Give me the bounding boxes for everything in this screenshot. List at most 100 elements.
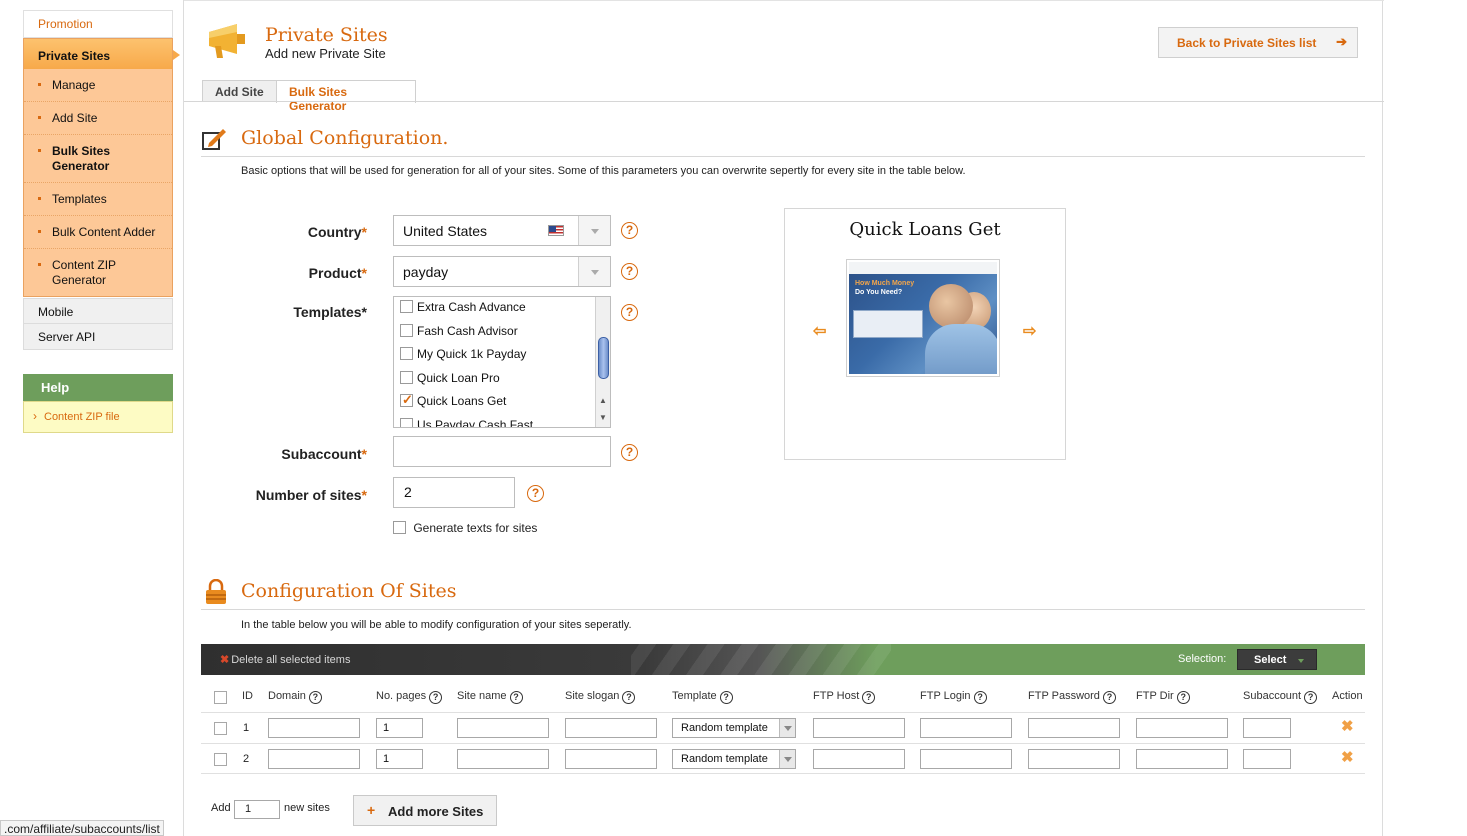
template-select[interactable]: Random template xyxy=(672,749,796,769)
sidebar-item-private-sites[interactable]: Private Sites xyxy=(24,39,180,69)
col-site-name: Site name? xyxy=(457,690,523,704)
scroll-up-icon[interactable]: ▲ xyxy=(599,396,607,405)
sidebar-item-manage[interactable]: Manage xyxy=(24,69,172,102)
template-checkbox[interactable] xyxy=(400,371,413,384)
table-toolbar: ✖ Delete all selected items Selection: Se… xyxy=(201,644,1365,675)
main-panel: Private Sites Add new Private Site Back … xyxy=(183,0,1384,836)
col-ftp-password: FTP Password? xyxy=(1028,690,1116,704)
megaphone-icon xyxy=(209,24,245,58)
help-icon[interactable]: ? xyxy=(429,691,443,704)
country-select[interactable]: United States xyxy=(393,215,611,246)
row-checkbox[interactable] xyxy=(214,722,227,735)
template-option[interactable]: Us Payday Cash Fast xyxy=(400,418,533,427)
template-preview: Quick Loans Get ⇦ How Much Money Do You … xyxy=(784,208,1066,460)
select-all-checkbox[interactable] xyxy=(214,691,227,704)
ftp-dir-input[interactable] xyxy=(1136,749,1228,769)
help-icon[interactable]: ? xyxy=(308,691,322,704)
template-checkbox[interactable] xyxy=(400,347,413,360)
scroll-down-icon[interactable]: ▼ xyxy=(599,413,607,422)
template-checkbox[interactable] xyxy=(400,418,413,427)
arrow-right-icon[interactable]: ⇨ xyxy=(1023,321,1036,341)
subaccount-cell-input[interactable] xyxy=(1243,718,1291,738)
help-icon[interactable]: ? xyxy=(1304,691,1318,704)
sidebar-item-mobile[interactable]: Mobile xyxy=(23,298,173,324)
ftp-password-input[interactable] xyxy=(1028,749,1120,769)
sidebar-item-bulk-sites-generator[interactable]: Bulk Sites Generator xyxy=(24,135,172,183)
pages-input[interactable]: 1 xyxy=(376,749,423,769)
help-icon[interactable]: ? xyxy=(1102,691,1116,704)
pages-input[interactable]: 1 xyxy=(376,718,423,738)
template-option[interactable]: My Quick 1k Payday xyxy=(400,347,526,367)
sidebar-item-templates[interactable]: Templates xyxy=(24,183,172,216)
delete-all-selected-button[interactable]: ✖ Delete all selected items xyxy=(220,653,350,666)
domain-input[interactable] xyxy=(268,749,360,769)
product-help-icon[interactable]: ? xyxy=(621,263,638,280)
col-site-slogan: Site slogan? xyxy=(565,690,636,704)
templates-scrollbar[interactable]: ▲ ▼ xyxy=(595,297,610,427)
sidebar-item-add-site[interactable]: Add Site xyxy=(24,102,172,135)
generate-texts-option[interactable]: Generate texts for sites xyxy=(393,521,537,535)
chevron-down-icon xyxy=(578,257,610,286)
arrow-left-icon[interactable]: ⇦ xyxy=(813,321,826,341)
subaccount-input[interactable] xyxy=(393,436,611,467)
product-select[interactable]: payday xyxy=(393,256,611,287)
tab-bulk-sites-generator[interactable]: Bulk Sites Generator xyxy=(276,80,416,113)
subaccount-cell-input[interactable] xyxy=(1243,749,1291,769)
tab-add-site[interactable]: Add Site xyxy=(202,80,280,102)
template-option[interactable]: Extra Cash Advance xyxy=(400,300,526,320)
template-select[interactable]: Random template xyxy=(672,718,796,738)
country-help-icon[interactable]: ? xyxy=(621,222,638,239)
ftp-login-input[interactable] xyxy=(920,718,1012,738)
add-more-sites-button[interactable]: + Add more Sites xyxy=(353,795,497,826)
page-title: Private Sites xyxy=(265,24,388,46)
col-id: ID xyxy=(242,690,253,702)
help-icon[interactable]: ? xyxy=(719,691,733,704)
back-to-list-button[interactable]: Back to Private Sites list ➔ xyxy=(1158,27,1358,58)
templates-help-icon[interactable]: ? xyxy=(621,304,638,321)
help-icon[interactable]: ? xyxy=(1176,691,1190,704)
sidebar-item-server-api[interactable]: Server API xyxy=(23,324,173,350)
template-thumbnail[interactable]: How Much Money Do You Need? xyxy=(846,259,1000,377)
delete-row-icon[interactable]: ✖ xyxy=(1341,717,1354,735)
help-icon[interactable]: ? xyxy=(862,691,876,704)
ftp-host-input[interactable] xyxy=(813,749,905,769)
number-of-sites-help-icon[interactable]: ? xyxy=(527,485,544,502)
sidebar-item-promotion[interactable]: Promotion xyxy=(23,10,173,38)
site-slogan-input[interactable] xyxy=(565,718,657,738)
help-icon[interactable]: ? xyxy=(622,691,636,704)
delete-row-icon[interactable]: ✖ xyxy=(1341,748,1354,766)
selection-dropdown[interactable]: Select xyxy=(1237,649,1317,670)
template-option[interactable]: Fash Cash Advisor xyxy=(400,324,518,344)
product-label: Product* xyxy=(308,265,367,281)
ftp-dir-input[interactable] xyxy=(1136,718,1228,738)
status-bar-url: .com/affiliate/subaccounts/list xyxy=(0,820,164,836)
preview-title: Quick Loans Get xyxy=(849,219,1001,240)
selection-label: Selection: xyxy=(1178,653,1227,665)
help-icon[interactable]: ? xyxy=(973,691,987,704)
template-checkbox[interactable] xyxy=(400,300,413,313)
domain-input[interactable] xyxy=(268,718,360,738)
generate-texts-checkbox[interactable] xyxy=(393,521,406,534)
subaccount-help-icon[interactable]: ? xyxy=(621,444,638,461)
lock-icon xyxy=(206,579,226,604)
add-count-input[interactable]: 1 xyxy=(234,800,280,819)
site-slogan-input[interactable] xyxy=(565,749,657,769)
sidebar-item-content-zip-generator[interactable]: Content ZIP Generator xyxy=(24,249,172,296)
row-checkbox[interactable] xyxy=(214,753,227,766)
number-of-sites-input[interactable]: 2 xyxy=(393,477,515,508)
help-link-content-zip[interactable]: Content ZIP file xyxy=(23,401,173,433)
ftp-login-input[interactable] xyxy=(920,749,1012,769)
plus-icon: + xyxy=(367,802,376,818)
sidebar-item-bulk-content-adder[interactable]: Bulk Content Adder xyxy=(24,216,172,249)
scrollbar-thumb[interactable] xyxy=(598,337,609,379)
template-option[interactable]: Quick Loans Get xyxy=(400,392,506,414)
template-option[interactable]: Quick Loan Pro xyxy=(400,371,500,391)
ftp-password-input[interactable] xyxy=(1028,718,1120,738)
template-checkbox-checked[interactable] xyxy=(400,392,413,408)
ftp-host-input[interactable] xyxy=(813,718,905,738)
help-icon[interactable]: ? xyxy=(509,691,523,704)
site-name-input[interactable] xyxy=(457,749,549,769)
template-checkbox[interactable] xyxy=(400,324,413,337)
templates-list[interactable]: Extra Cash Advance Fash Cash Advisor My … xyxy=(393,296,611,428)
site-name-input[interactable] xyxy=(457,718,549,738)
